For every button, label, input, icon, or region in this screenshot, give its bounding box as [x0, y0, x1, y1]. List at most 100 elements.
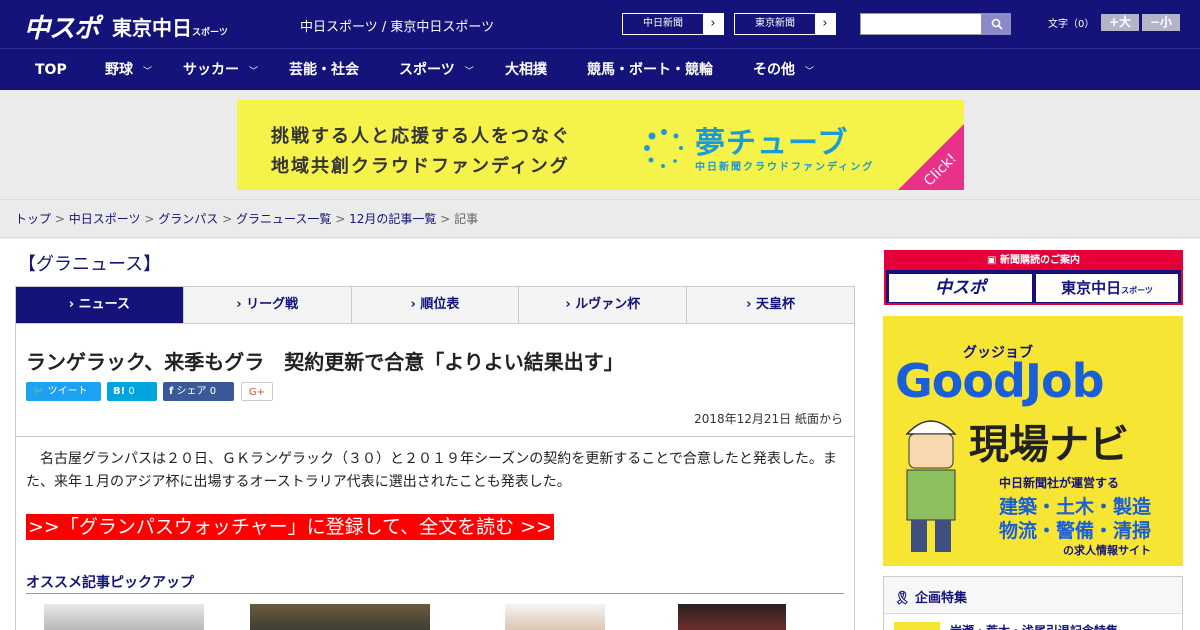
- pickup-thumbnail[interactable]: [44, 604, 204, 630]
- tab-league[interactable]: › リーグ戦: [184, 287, 352, 323]
- tokyo-logo-small: スポーツ: [192, 28, 228, 38]
- subscribe-chuspo-button[interactable]: 中スポ: [889, 274, 1032, 302]
- goodjob-title: GoodJob: [895, 354, 1105, 408]
- nav-sumo[interactable]: 大相撲: [505, 49, 547, 91]
- tab-news[interactable]: › ニュース: [16, 287, 184, 323]
- tokyo-chunichi-logo[interactable]: 東京中日スポーツ: [112, 12, 228, 41]
- chunichi-shimbun-label: 中日新聞: [643, 18, 683, 29]
- google-plus-button[interactable]: G+: [241, 382, 273, 401]
- nav-top[interactable]: TOP: [35, 49, 67, 91]
- facebook-label: シェア: [176, 386, 207, 397]
- facebook-count: 0: [209, 386, 217, 397]
- top-header: 中スポ 東京中日スポーツ 中日スポーツ / 東京中日スポーツ 中日新聞 › 東京…: [0, 0, 1200, 48]
- tokyo-logo-text: 東京中日: [112, 16, 192, 40]
- subscribe-tokyo-label: 東京中日: [1061, 279, 1122, 297]
- font-smaller-button[interactable]: −小: [1142, 14, 1180, 31]
- breadcrumb-separator: >: [222, 212, 233, 226]
- tab-emperors-cup[interactable]: › 天皇杯: [687, 287, 854, 323]
- tokyo-shimbun-link[interactable]: 東京新聞 ›: [734, 13, 836, 35]
- pickup-thumbnail[interactable]: [505, 604, 605, 630]
- chevron-down-icon: ﹀: [805, 67, 815, 77]
- tab-label: リーグ戦: [246, 297, 299, 312]
- tab-label: ニュース: [78, 297, 131, 312]
- feature-thumbnail: [894, 622, 940, 630]
- facebook-share-button[interactable]: f シェア 0: [163, 382, 234, 401]
- chevron-down-icon: ﹀: [464, 67, 474, 77]
- tab-label: ルヴァン杯: [575, 297, 641, 312]
- search-icon: [991, 18, 1003, 30]
- subscription-heading: ▣ 新聞購読のご案内: [886, 252, 1181, 270]
- subscribe-tokyo-small: スポーツ: [1121, 286, 1153, 295]
- facebook-icon: f: [169, 386, 174, 397]
- breadcrumb-chunichi-sports[interactable]: 中日スポーツ: [69, 212, 141, 226]
- feature-box: 🎗 企画特集 岩瀬・荒木・浅尾引退記念特集: [883, 576, 1183, 630]
- tokyo-shimbun-label: 東京新聞: [755, 18, 795, 29]
- hatena-count: 0: [128, 386, 135, 397]
- breadcrumb-current: 記事: [454, 212, 479, 226]
- pickup-divider: [26, 593, 844, 594]
- hatena-icon: B!: [113, 386, 126, 397]
- goodjob-desc-1: 中日新聞社が運営する: [999, 476, 1120, 490]
- article-dateline: 2018年12月21日 紙面から: [694, 412, 843, 426]
- breadcrumb-separator: >: [54, 212, 65, 226]
- goodjob-desc-2: 建築・土木・製造: [999, 496, 1152, 518]
- nav-label: 大相撲: [505, 62, 547, 78]
- divider: [16, 436, 854, 437]
- breadcrumb-separator: >: [335, 212, 346, 226]
- chuspo-logo[interactable]: 中スポ: [24, 8, 100, 45]
- tab-standings[interactable]: › 順位表: [352, 287, 520, 323]
- chevron-down-icon: ﹀: [249, 67, 259, 77]
- nav-label: TOP: [35, 62, 67, 78]
- register-read-more-link[interactable]: >>「グランパスウォッチャー」に登録して、全文を読む >>: [26, 514, 555, 540]
- goodjob-desc-4: の求人情報サイト: [1063, 544, 1151, 557]
- breadcrumb-gura-news[interactable]: グラニュース一覧: [236, 212, 331, 226]
- article-headline: ランゲラック、来季もグラ 契約更新で合意「よりよい結果出す」: [26, 350, 624, 374]
- subscribe-tokyo-button[interactable]: 東京中日スポーツ: [1036, 274, 1178, 302]
- goodjob-desc-3: 物流・警備・清掃: [999, 520, 1152, 542]
- goodjob-genba-navi: 現場ナビ: [969, 422, 1129, 468]
- breadcrumb-separator: >: [144, 212, 155, 226]
- nav-other[interactable]: その他 ﹀: [753, 49, 814, 91]
- crowdfunding-banner[interactable]: 挑戦する人と応援する人をつなぐ 地域共創クラウドファンディング 夢チューブ 中日…: [237, 100, 964, 190]
- banner-line-2: 地域共創クラウドファンディング: [271, 156, 570, 177]
- search-input[interactable]: [860, 13, 982, 35]
- ribbon-icon: 🎗: [894, 591, 911, 606]
- banner-line-1: 挑戦する人と応援する人をつなぐ: [271, 126, 571, 147]
- search-button[interactable]: [982, 13, 1011, 35]
- nav-soccer[interactable]: サッカー ﹀: [183, 49, 258, 91]
- nav-label: 芸能・社会: [289, 62, 359, 78]
- pickup-title: オススメ記事ピックアップ: [26, 575, 194, 591]
- news-tabs: › ニュース › リーグ戦 › 順位表 › ルヴァン杯 › 天皇杯: [15, 286, 855, 324]
- chevron-right-icon: ›: [703, 14, 723, 34]
- tweet-button[interactable]: 🐦 ツイート: [26, 382, 101, 401]
- construction-worker-icon: [905, 420, 957, 552]
- breadcrumb-december[interactable]: 12月の記事一覧: [349, 212, 436, 226]
- chunichi-shimbun-link[interactable]: 中日新聞 ›: [622, 13, 724, 35]
- main-nav: TOP 野球 ﹀ サッカー ﹀ 芸能・社会 スポーツ ﹀ 大相撲 競馬・ボート・競輪 …: [0, 48, 1200, 90]
- subscription-heading-label: 新聞購読のご案内: [999, 255, 1080, 266]
- breadcrumb-top[interactable]: トップ: [15, 212, 51, 226]
- yume-tube-sub: 中日新聞クラウドファンディング: [695, 162, 875, 173]
- pickup-thumbnail[interactable]: [678, 604, 786, 630]
- newspaper-icon: ▣: [987, 255, 997, 266]
- feature-item-row[interactable]: 岩瀬・荒木・浅尾引退記念特集: [884, 613, 1182, 630]
- section-title: 【グラニュース】: [18, 254, 162, 275]
- nav-entertainment[interactable]: 芸能・社会: [289, 49, 359, 91]
- tab-label: 天皇杯: [756, 297, 796, 312]
- hatena-button[interactable]: B! 0: [107, 382, 157, 401]
- breadcrumb: トップ > 中日スポーツ > グランパス > グラニュース一覧 > 12月の記事…: [0, 200, 1200, 238]
- site-names: 中日スポーツ / 東京中日スポーツ: [300, 20, 495, 35]
- font-bigger-button[interactable]: +大: [1101, 14, 1139, 31]
- nav-sports[interactable]: スポーツ ﹀: [399, 49, 474, 91]
- pickup-thumbnail[interactable]: [250, 604, 430, 630]
- nav-racing[interactable]: 競馬・ボート・競輪: [587, 49, 713, 91]
- goodjob-ad[interactable]: グッジョブ GoodJob 現場ナビ 中日新聞社が運営する 建築・土木・製造 物…: [883, 316, 1183, 566]
- breadcrumb-grampus[interactable]: グランパス: [158, 212, 218, 226]
- tab-levain-cup[interactable]: › ルヴァン杯: [519, 287, 688, 323]
- nav-label: サッカー: [183, 62, 239, 78]
- nav-baseball[interactable]: 野球 ﹀: [105, 49, 152, 91]
- nav-label: スポーツ: [399, 62, 455, 78]
- tweet-label: ツイート: [47, 386, 88, 397]
- nav-label: 野球: [105, 62, 133, 78]
- subscription-box: ▣ 新聞購読のご案内 中スポ 東京中日スポーツ: [884, 250, 1183, 305]
